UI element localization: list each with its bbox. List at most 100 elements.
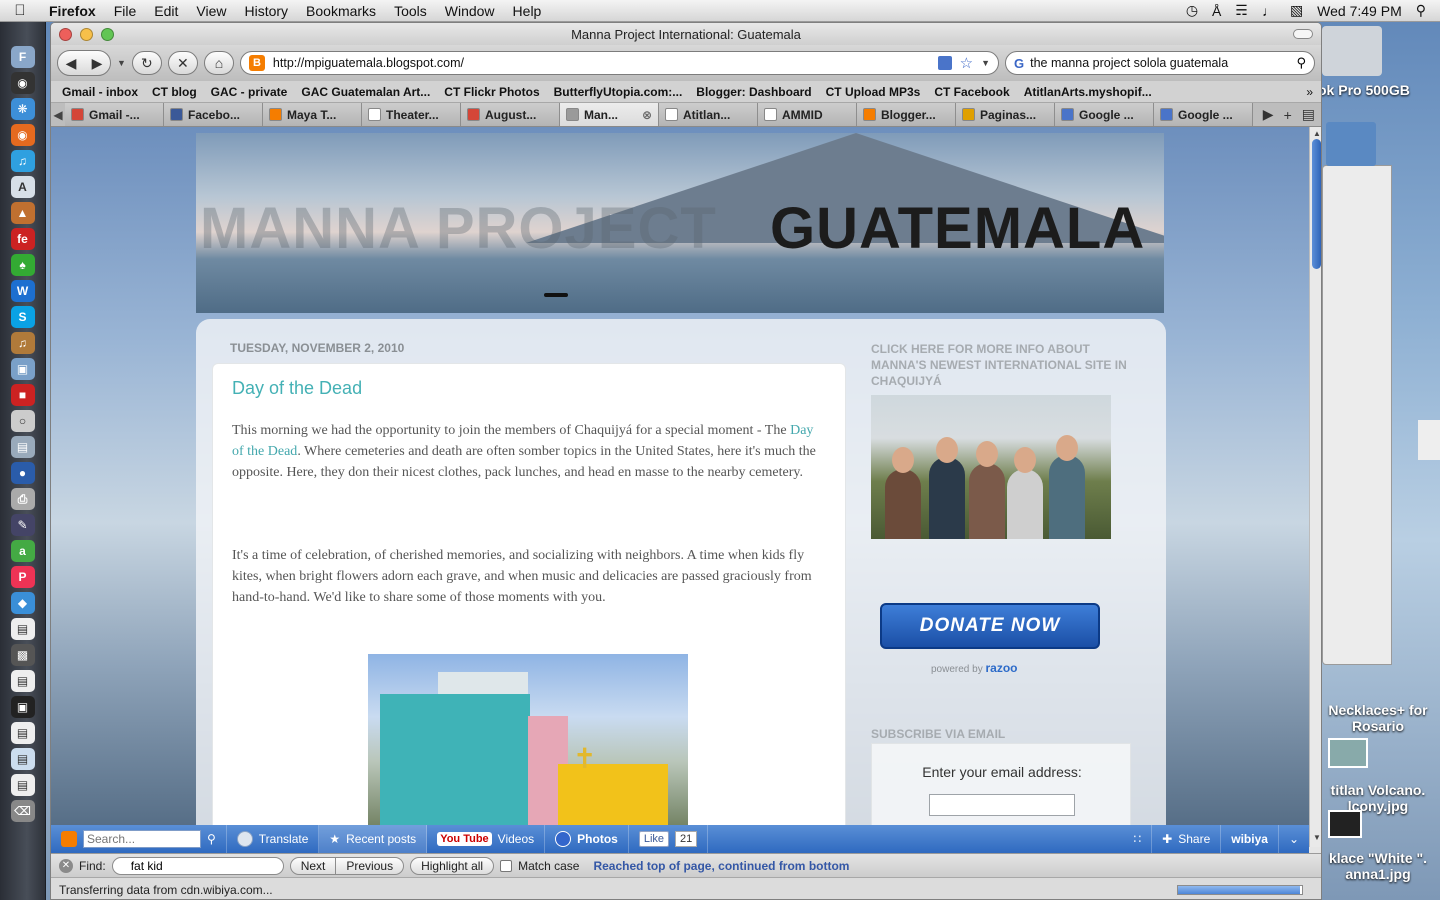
tab[interactable]: AMMID (758, 103, 857, 126)
close-find-bar-icon[interactable]: ✕ (59, 858, 73, 873)
app-blue-icon[interactable]: W (10, 280, 35, 302)
folder-icon[interactable] (1326, 122, 1376, 166)
facebook-like-button[interactable]: Like (638, 831, 670, 847)
search-query-text[interactable]: the manna project solola guatemala (1030, 56, 1290, 70)
team-photo[interactable] (871, 395, 1111, 539)
tab[interactable]: Blogger... (857, 103, 956, 126)
minimize-window-icon[interactable] (80, 27, 93, 41)
bookmark-item[interactable]: Gmail - inbox (55, 85, 145, 99)
time-machine-icon[interactable]: ◷ (1186, 2, 1198, 19)
back-icon[interactable]: ◀ (58, 55, 84, 72)
app-doc5-icon[interactable]: ▤ (10, 774, 35, 796)
recent-posts-button[interactable]: ★ Recent posts (319, 825, 428, 853)
app-doc3-icon[interactable]: ▤ (10, 722, 35, 744)
close-window-icon[interactable] (59, 27, 72, 41)
google-search-engine-icon[interactable]: G (1014, 56, 1024, 71)
menu-file[interactable]: File (105, 3, 146, 19)
tab[interactable]: Google ... (1154, 103, 1253, 126)
close-tab-icon[interactable]: ⊗ (642, 108, 652, 122)
search-bar[interactable]: G the manna project solola guatemala ⚲ (1005, 51, 1315, 75)
dashboard-icon[interactable]: ◉ (10, 72, 35, 94)
url-bar[interactable]: B http://mpiguatemala.blogspot.com/ ☆ ▼ (239, 51, 999, 75)
title-bar[interactable]: Manna Project International: Guatemala (51, 23, 1321, 45)
toolbar-toggle-icon[interactable] (1293, 29, 1313, 39)
app-circle-icon[interactable]: ● (10, 462, 35, 484)
match-case-checkbox[interactable] (500, 859, 513, 872)
menu-view[interactable]: View (187, 3, 235, 19)
drive-label[interactable]: ok Pro 500GB (1318, 82, 1440, 98)
rss-feed-icon[interactable] (937, 56, 952, 70)
tab-scroll-left-icon[interactable]: ◀ (51, 103, 65, 126)
desktop-item-klace[interactable]: klace "White ". anna1.jpg (1318, 850, 1438, 882)
menu-clock[interactable]: Wed 7:49 PM (1317, 3, 1402, 19)
trash-icon[interactable]: ⌫ (10, 800, 35, 822)
menu-history[interactable]: History (235, 3, 297, 19)
tab[interactable]: Gmail -... (65, 103, 164, 126)
history-dropdown-icon[interactable]: ▼ (117, 58, 126, 68)
page-scrollbar[interactable]: ▲ ▼ (1309, 127, 1321, 847)
textedit-icon[interactable]: A (10, 176, 35, 198)
bookmark-item[interactable]: GAC Guatemalan Art... (294, 85, 437, 99)
preview-icon[interactable]: ▣ (10, 358, 35, 380)
match-case-label[interactable]: Match case (518, 859, 579, 873)
garageband-icon[interactable]: ♫ (10, 332, 35, 354)
blog-header-banner[interactable]: MANNA PROJECT GUATEMALA (196, 133, 1164, 313)
printer-icon[interactable]: ⎙ (10, 488, 35, 510)
fetch-icon[interactable]: fe (10, 228, 35, 250)
tab[interactable]: Atitlan... (659, 103, 758, 126)
razoo-logo[interactable]: razoo (985, 661, 1017, 675)
wifi-icon[interactable]: ☴ (1235, 2, 1248, 19)
forward-icon[interactable]: ▶ (84, 55, 110, 72)
tab[interactable]: Google ... (1055, 103, 1154, 126)
find-input[interactable] (111, 856, 284, 875)
thumbnail-image[interactable] (1328, 738, 1368, 768)
search-icon[interactable]: ⚲ (207, 832, 216, 846)
scanner-icon[interactable]: ▤ (10, 436, 35, 458)
document-icon[interactable] (1418, 420, 1440, 460)
tab[interactable]: Paginas... (956, 103, 1055, 126)
hard-drive-icon[interactable] (1322, 26, 1382, 76)
bookmark-star-icon[interactable]: ☆ (960, 54, 973, 72)
donate-now-button[interactable]: DONATE NOW (880, 603, 1100, 649)
menu-help[interactable]: Help (504, 3, 551, 19)
translate-button[interactable]: Translate (227, 825, 320, 853)
desktop-item-necklaces[interactable]: Necklaces+ for Rosario (1318, 702, 1438, 734)
battery-icon[interactable]: ▧ (1290, 2, 1303, 19)
terminal-icon[interactable]: ▣ (10, 696, 35, 718)
tab[interactable]: Maya T... (263, 103, 362, 126)
find-next-button[interactable]: Next (289, 856, 337, 875)
photo-icon[interactable]: ▲ (10, 202, 35, 224)
spotlight-icon[interactable]: ⚲ (1416, 2, 1426, 19)
bookmark-item[interactable]: CT Upload MP3s (819, 85, 928, 99)
menu-bookmarks[interactable]: Bookmarks (297, 3, 385, 19)
itunes-icon[interactable]: ♫ (10, 150, 35, 172)
stop-button[interactable]: ✕ (167, 51, 198, 75)
app-doc-icon[interactable]: ▤ (10, 618, 35, 640)
scrollbar-thumb[interactable] (1312, 139, 1321, 269)
share-button[interactable]: ✚ Share (1152, 825, 1222, 853)
app-film-icon[interactable]: ▩ (10, 644, 35, 666)
app-red-icon[interactable]: ■ (10, 384, 35, 406)
collapse-toolbar-button[interactable]: ⌄ (1279, 825, 1309, 853)
url-dropdown-icon[interactable]: ▼ (981, 58, 990, 68)
wibiya-search-input[interactable] (83, 830, 201, 848)
volume-icon[interactable]: ♩ (1262, 3, 1276, 19)
firefox-icon[interactable]: ◉ (10, 124, 35, 146)
safari-icon[interactable]: ❋ (10, 98, 35, 120)
app-doc4-icon[interactable]: ▤ (10, 748, 35, 770)
tab[interactable]: Facebo... (164, 103, 263, 126)
bluetooth-icon[interactable]: Å (1212, 3, 1221, 19)
bookmark-item[interactable]: AtitlanArts.myshopif... (1017, 85, 1159, 99)
videos-button[interactable]: You Tube Videos (427, 825, 546, 853)
bookmark-item[interactable]: CT Facebook (927, 85, 1016, 99)
find-previous-button[interactable]: Previous (336, 856, 405, 875)
finder-icon[interactable]: F (10, 46, 35, 68)
menu-tools[interactable]: Tools (385, 3, 436, 19)
tab-scroll-right-icon[interactable]: ▶ (1263, 106, 1274, 123)
bookmarks-overflow-icon[interactable]: » (1306, 85, 1321, 99)
blogger-icon[interactable] (61, 831, 77, 847)
list-all-tabs-icon[interactable]: ▤ (1302, 106, 1315, 123)
highlight-all-button[interactable]: Highlight all (410, 856, 495, 875)
zoom-window-icon[interactable] (101, 27, 114, 41)
app-green-icon[interactable]: ♠ (10, 254, 35, 276)
